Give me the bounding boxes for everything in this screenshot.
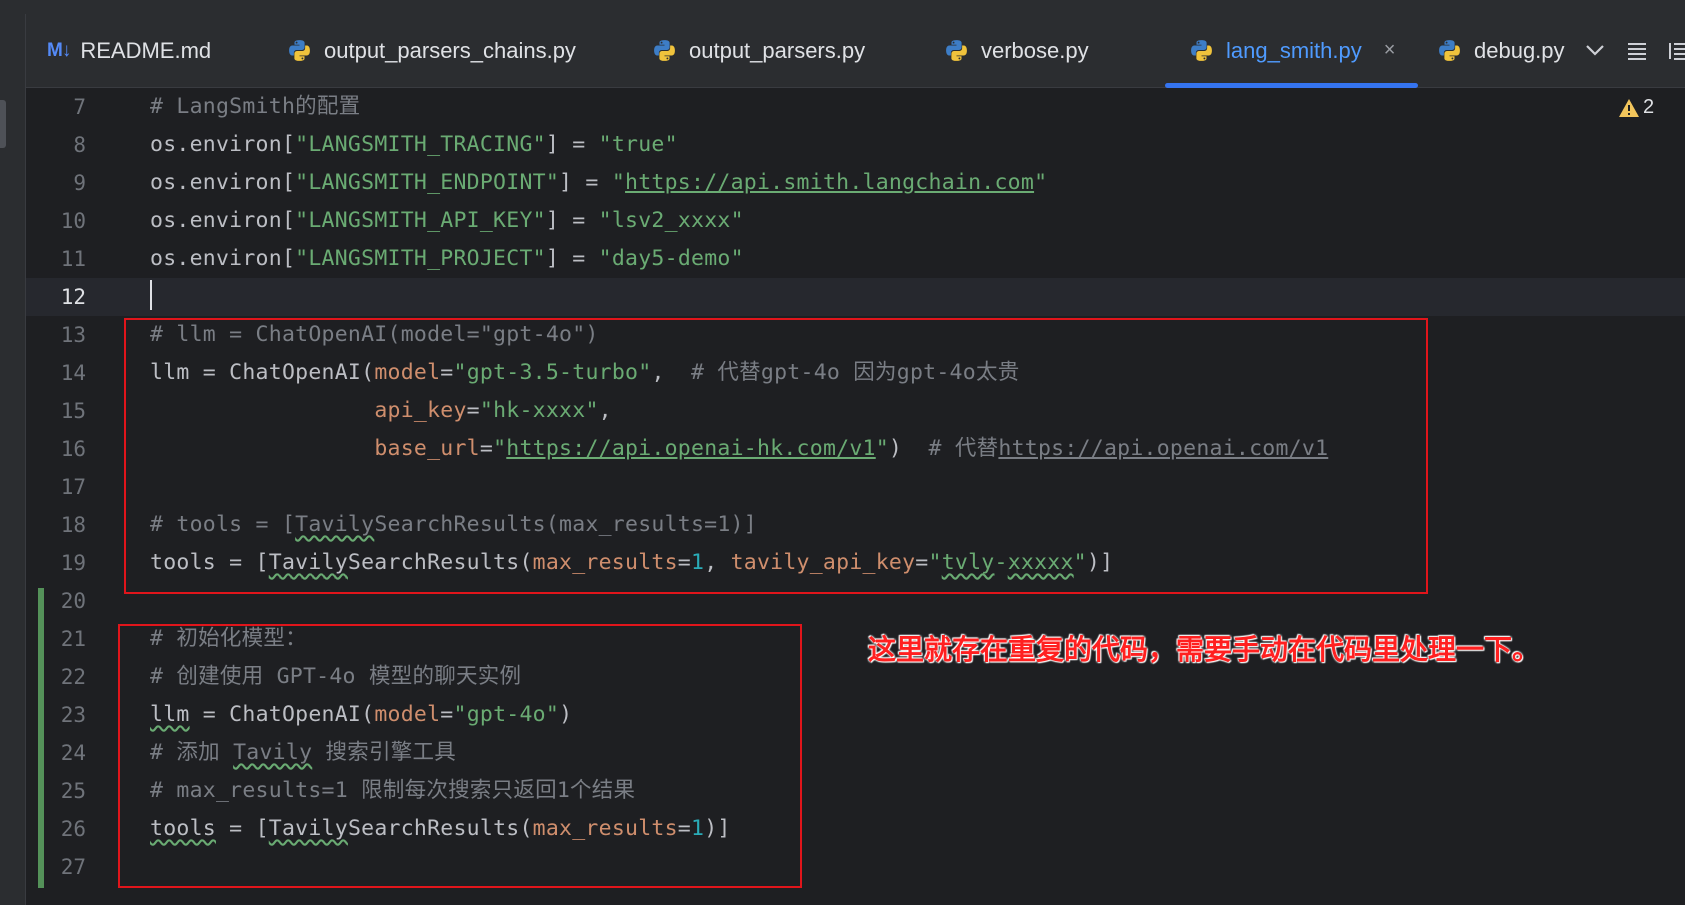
tab-label: debug.py (1474, 37, 1565, 63)
line-number: 16 (60, 437, 86, 461)
tab-label: lang_smith.py (1226, 37, 1362, 63)
close-icon[interactable]: × (1384, 39, 1396, 62)
chevron-down-icon[interactable] (1584, 36, 1606, 64)
tab-lang-smith[interactable]: lang_smith.py × (1165, 14, 1418, 88)
tab-readme[interactable]: M↓ README.md (47, 14, 211, 87)
left-tool-strip (0, 14, 26, 905)
code-line: 10 os.environ["LANGSMITH_API_KEY"] = "ls… (26, 202, 1685, 240)
code-text: os.environ["LANGSMITH_API_KEY"] = "lsv2_… (150, 208, 744, 233)
python-icon (654, 40, 675, 61)
editor-tab-bar: M↓ README.md output_parsers_chains.py ou… (26, 14, 1685, 88)
python-icon (1439, 40, 1460, 61)
line-number: 25 (60, 779, 86, 803)
list-icon[interactable] (1626, 36, 1648, 64)
line-number: 12 (60, 285, 86, 309)
line-number: 18 (60, 513, 86, 537)
tab-verbose[interactable]: verbose.py (944, 14, 1089, 87)
line-number: 27 (60, 855, 86, 879)
tab-output-parsers[interactable]: output_parsers.py (652, 14, 865, 87)
line-number: 14 (60, 361, 86, 385)
python-icon (289, 40, 310, 61)
warning-icon (1619, 98, 1639, 117)
code-line: 7 # LangSmith的配置 (26, 88, 1685, 126)
reader-mode-icon[interactable] (1668, 36, 1685, 64)
tab-label: output_parsers.py (689, 37, 866, 63)
tab-label: verbose.py (981, 37, 1089, 63)
python-icon (1191, 40, 1212, 61)
code-line: 11 os.environ["LANGSMITH_PROJECT"] = "da… (26, 240, 1685, 278)
line-number: 13 (60, 323, 86, 347)
code-line-current: 12 (26, 278, 1685, 316)
tab-label: README.md (80, 37, 212, 63)
line-number: 26 (60, 817, 86, 841)
text-caret (150, 280, 152, 310)
line-number: 22 (60, 665, 86, 689)
window-top-strip (0, 0, 1685, 14)
vcs-change-marker[interactable] (38, 588, 44, 888)
line-number: 9 (73, 171, 86, 195)
line-number: 23 (60, 703, 86, 727)
line-number: 7 (73, 95, 86, 119)
line-number: 24 (60, 741, 86, 765)
markdown-icon: M↓ (47, 39, 71, 61)
code-line: 9 os.environ["LANGSMITH_ENDPOINT"] = "ht… (26, 164, 1685, 202)
scroll-handle[interactable] (0, 100, 6, 148)
inspection-warnings[interactable]: 2 (1618, 96, 1654, 119)
line-number: 17 (60, 475, 86, 499)
tab-output-parsers-chains[interactable]: output_parsers_chains.py (287, 14, 576, 87)
line-number: 8 (73, 133, 86, 157)
code-text: os.environ["LANGSMITH_TRACING"] = "true" (150, 132, 678, 157)
code-line: 8 os.environ["LANGSMITH_TRACING"] = "tru… (26, 126, 1685, 164)
annotation-note: 这里就存在重复的代码，需要手动在代码里处理一下。 (868, 633, 1541, 666)
code-text: os.environ["LANGSMITH_PROJECT"] = "day5-… (150, 246, 744, 271)
tab-label: output_parsers_chains.py (324, 37, 576, 63)
code-text: # LangSmith的配置 (150, 94, 361, 119)
code-text: os.environ["LANGSMITH_ENDPOINT"] = "http… (150, 170, 1048, 195)
code-text (150, 278, 152, 316)
warning-count: 2 (1643, 96, 1655, 118)
line-number: 19 (60, 551, 86, 575)
highlight-box-modified-code (124, 318, 1428, 594)
line-number: 10 (60, 209, 86, 233)
tab-debug[interactable]: debug.py (1437, 14, 1565, 87)
python-icon (946, 40, 967, 61)
line-number: 15 (60, 399, 86, 423)
highlight-box-duplicate-code (118, 624, 802, 888)
line-number: 11 (60, 247, 86, 271)
line-number: 20 (60, 589, 86, 613)
line-number: 21 (60, 627, 86, 651)
